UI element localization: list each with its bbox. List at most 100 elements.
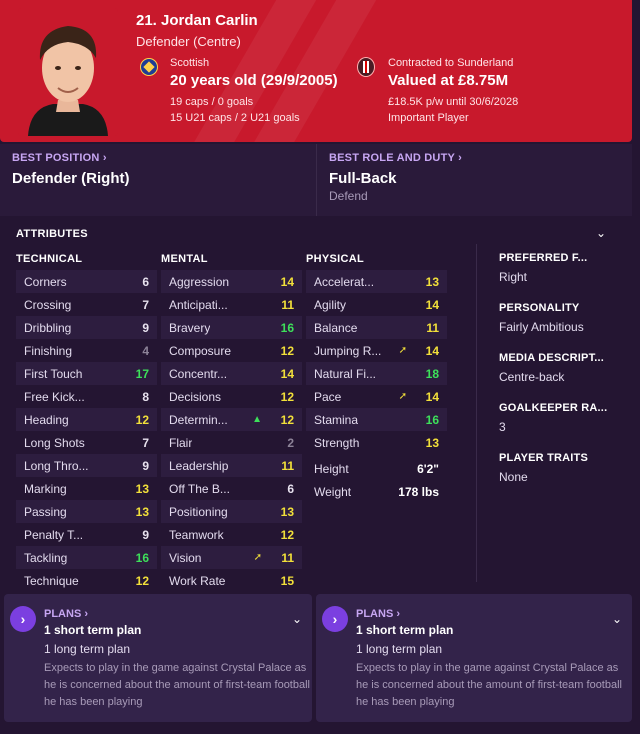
attribute-name: Leadership <box>169 458 229 473</box>
player-traits: PLAYER TRAITS None <box>499 452 626 484</box>
plans-title[interactable]: PLANS › <box>44 608 88 620</box>
attribute-row[interactable]: Balance 11 <box>306 316 447 339</box>
attribute-row[interactable]: Teamwork 12 <box>161 523 302 546</box>
scotland-flag-icon <box>140 58 158 76</box>
attribute-row[interactable]: Free Kick... 8 <box>16 385 157 408</box>
attribute-row[interactable]: Strength 13 <box>306 431 447 454</box>
u21-caps: 15 U21 caps / 2 U21 goals <box>170 112 300 124</box>
goalkeeper-rating-value: 3 <box>499 420 506 434</box>
personality-title: PERSONALITY <box>499 302 580 314</box>
attribute-row[interactable]: Leadership 11 <box>161 454 302 477</box>
best-position-value: Defender (Right) <box>12 170 130 187</box>
personality-value: Fairly Ambitious <box>499 320 584 334</box>
attribute-value: 14 <box>280 274 294 289</box>
attribute-row[interactable]: Bravery 16 <box>161 316 302 339</box>
best-role[interactable]: BEST ROLE AND DUTY › Full-Back Defend <box>316 144 632 216</box>
attribute-row[interactable]: Aggression 14 <box>161 270 302 293</box>
attribute-row[interactable]: Off The B... 6 <box>161 477 302 500</box>
technical-title: TECHNICAL <box>16 253 83 265</box>
best-role-title[interactable]: BEST ROLE AND DUTY › <box>329 152 620 164</box>
player-position: Defender (Centre) <box>136 34 241 49</box>
attribute-row[interactable]: Jumping R... 14 ➚ <box>306 339 447 362</box>
attribute-row[interactable]: Decisions 12 <box>161 385 302 408</box>
player-name: 21. Jordan Carlin <box>136 12 258 29</box>
attribute-value: 12 <box>280 343 294 358</box>
best-position-title[interactable]: BEST POSITION › <box>12 152 304 164</box>
attribute-value: 16 <box>280 320 294 335</box>
attribute-row[interactable]: Vision 11 ➚ <box>161 546 302 569</box>
attribute-row[interactable]: Long Thro... 9 <box>16 454 157 477</box>
attribute-name: Balance <box>314 320 358 335</box>
attribute-value: 7 <box>142 297 149 312</box>
attribute-row[interactable]: Dribbling 9 <box>16 316 157 339</box>
player-header: 21. Jordan Carlin Defender (Centre) Scot… <box>0 0 632 142</box>
plans-arrow-icon[interactable]: › <box>10 606 36 632</box>
plans-arrow-icon[interactable]: › <box>322 606 348 632</box>
chevron-right-icon: › <box>102 152 107 164</box>
attribute-value: 12 <box>135 412 149 427</box>
plans-title[interactable]: PLANS › <box>356 608 400 620</box>
attribute-name: Work Rate <box>169 573 226 588</box>
attribute-row[interactable]: Positioning 13 <box>161 500 302 523</box>
trend-up-icon: ➚ <box>398 391 407 402</box>
contract-club[interactable]: Contracted to Sunderland <box>388 57 513 69</box>
chevron-down-icon[interactable]: ⌄ <box>292 612 302 626</box>
best-position[interactable]: BEST POSITION › Defender (Right) <box>0 144 316 216</box>
attribute-name: Free Kick... <box>24 389 85 404</box>
plan-description: Expects to play in the game against Crys… <box>356 662 622 708</box>
attribute-row[interactable]: Heading 12 <box>16 408 157 431</box>
attribute-row[interactable]: Passing 13 <box>16 500 157 523</box>
attribute-row[interactable]: Anticipati... 11 <box>161 293 302 316</box>
attribute-name: Jumping R... <box>314 343 382 358</box>
attribute-name: Natural Fi... <box>314 366 377 381</box>
attribute-name: Accelerat... <box>314 274 375 289</box>
role-duty: Defend <box>329 189 368 203</box>
attribute-value: 13 <box>135 504 149 519</box>
attribute-row[interactable]: Work Rate 15 <box>161 569 302 592</box>
player-traits-title: PLAYER TRAITS <box>499 452 588 464</box>
attribute-row[interactable]: First Touch 17 <box>16 362 157 385</box>
attribute-row[interactable]: Agility 14 <box>306 293 447 316</box>
attribute-row[interactable]: Long Shots 7 <box>16 431 157 454</box>
international-caps: 19 caps / 0 goals <box>170 96 254 108</box>
chevron-right-icon: › <box>458 152 462 164</box>
physical-title: PHYSICAL <box>306 253 365 265</box>
chevron-right-icon: › <box>396 608 401 620</box>
attribute-value: 4 <box>142 343 149 358</box>
attribute-row[interactable]: Crossing 7 <box>16 293 157 316</box>
chevron-down-icon[interactable]: ⌄ <box>612 612 622 626</box>
attribute-row[interactable]: Accelerat... 13 <box>306 270 447 293</box>
attribute-row[interactable]: Natural Fi... 18 <box>306 362 447 385</box>
attribute-row[interactable]: Concentr... 14 <box>161 362 302 385</box>
attribute-value: 14 <box>425 389 439 404</box>
attribute-name: Corners <box>24 274 67 289</box>
attribute-row[interactable]: Tackling 16 <box>16 546 157 569</box>
attribute-row[interactable]: Determin... 12 ▲ <box>161 408 302 431</box>
attribute-row[interactable]: Penalty T... 9 <box>16 523 157 546</box>
attribute-row[interactable]: Finishing 4 <box>16 339 157 362</box>
attribute-row[interactable]: Corners 6 <box>16 270 157 293</box>
goalkeeper-rating-title: GOALKEEPER RA... <box>499 402 608 414</box>
attribute-name: Passing <box>24 504 67 519</box>
chevron-down-icon[interactable]: ⌄ <box>596 226 606 240</box>
attribute-row[interactable]: Technique 12 <box>16 569 157 592</box>
attribute-row[interactable]: Composure 12 <box>161 339 302 362</box>
long-term-plan: 1 long term plan <box>356 642 443 656</box>
trend-up-icon: ➚ <box>253 552 262 563</box>
attribute-value: 9 <box>142 527 149 542</box>
attribute-row[interactable]: Marking 13 <box>16 477 157 500</box>
attribute-value: 14 <box>425 343 439 358</box>
plans-card[interactable]: › PLANS › 1 short term plan 1 long term … <box>316 594 632 722</box>
attribute-name: Marking <box>24 481 67 496</box>
attribute-row[interactable]: Stamina 16 <box>306 408 447 431</box>
attribute-row[interactable]: Flair 2 <box>161 431 302 454</box>
media-description: MEDIA DESCRIPT... Centre-back <box>499 352 626 384</box>
position-panel: BEST POSITION › Defender (Right) BEST RO… <box>0 144 632 216</box>
attribute-name: Agility <box>314 297 347 312</box>
plans-card[interactable]: › PLANS › 1 short term plan 1 long term … <box>4 594 312 722</box>
attribute-name: Long Shots <box>24 435 85 450</box>
attribute-name: Teamwork <box>169 527 224 542</box>
attribute-value: 17 <box>135 366 149 381</box>
attribute-row[interactable]: Pace 14 ➚ <box>306 385 447 408</box>
club-badge-icon[interactable] <box>357 57 375 77</box>
